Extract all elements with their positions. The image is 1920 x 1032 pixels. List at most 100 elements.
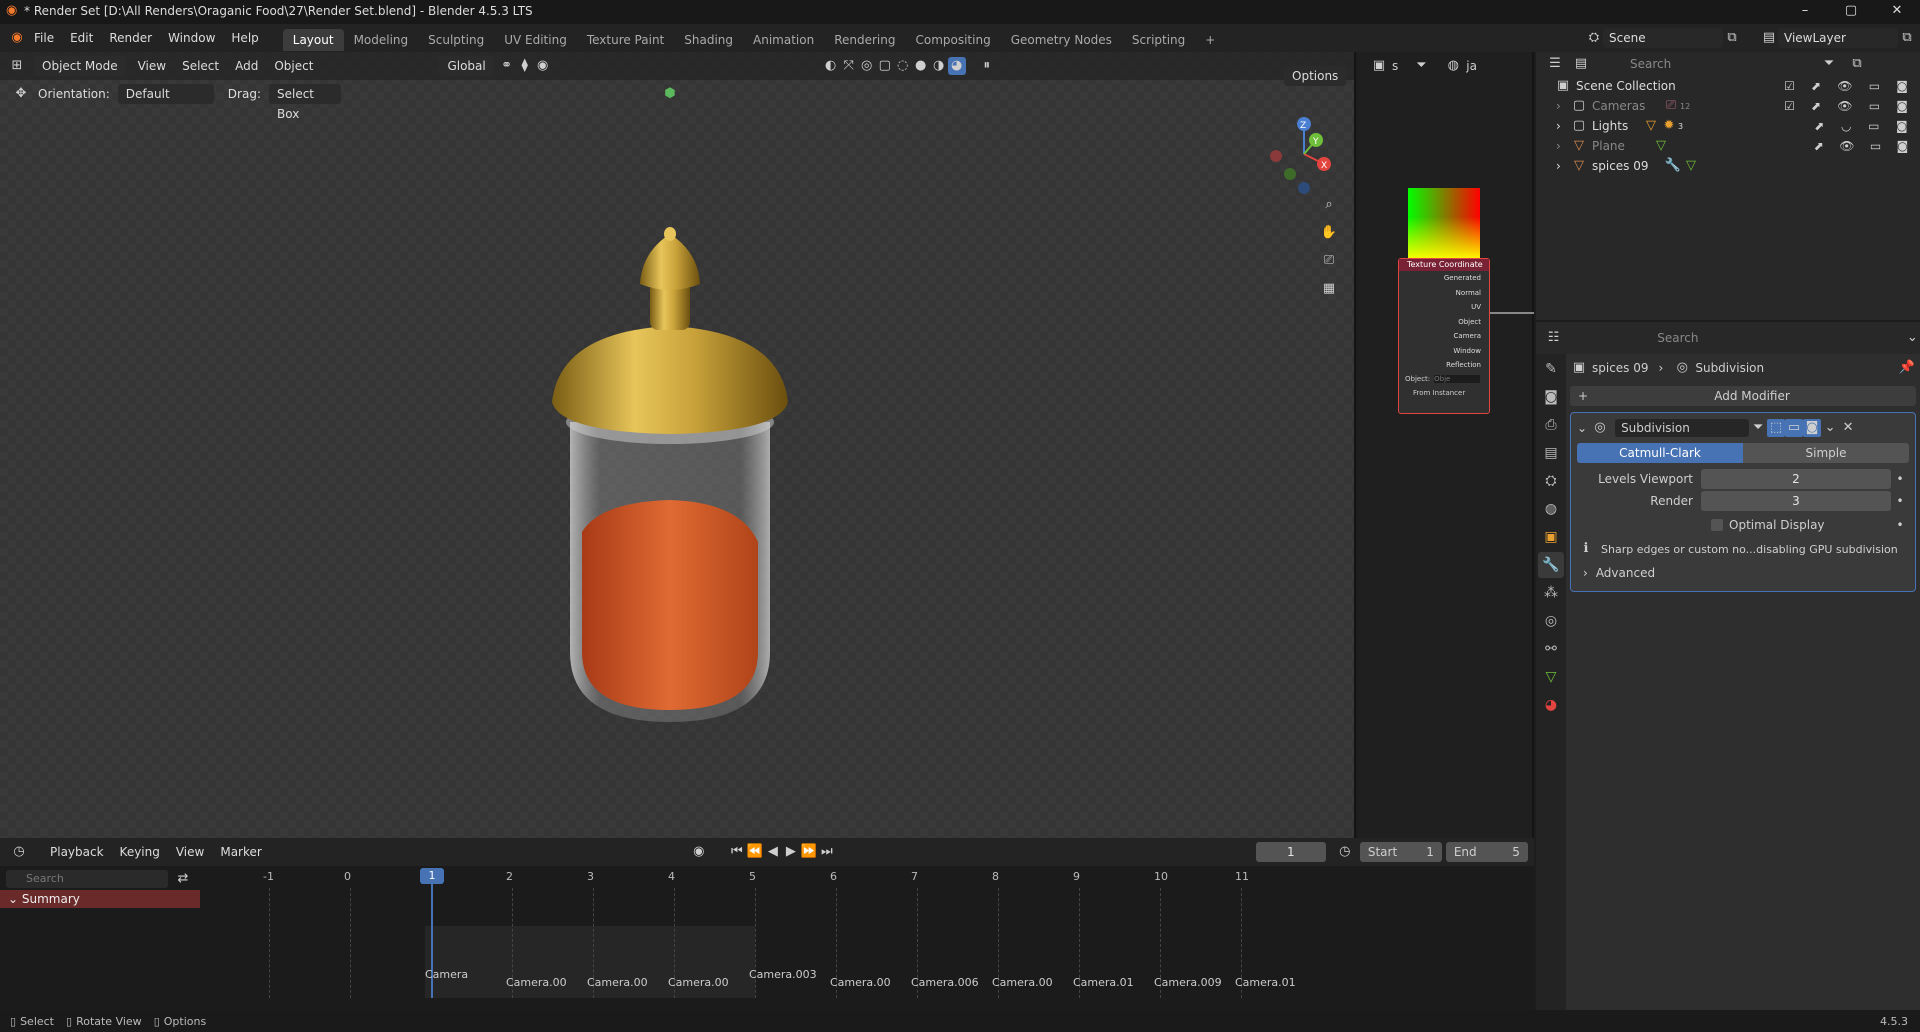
transform-orientation-dropdown[interactable]: Global — [439, 56, 494, 76]
menu-help[interactable]: Help — [223, 24, 266, 52]
camera-marker[interactable]: Camera.00 — [830, 976, 891, 989]
tab-animation[interactable]: Animation — [743, 29, 824, 51]
scene-tab-icon[interactable]: ⛭ — [1538, 468, 1564, 494]
node-editor-panel[interactable]: ▣ s ⏷ ◍ ja Texture Coordinate Generated … — [1358, 52, 1534, 838]
modifier-name-field[interactable]: Subdivision — [1615, 419, 1750, 437]
swap-icon[interactable]: ⇄ — [174, 870, 192, 888]
object-tab-icon[interactable]: ▣ — [1538, 524, 1564, 550]
jump-end-icon[interactable]: ⏭ — [818, 843, 836, 861]
node-select-icon[interactable]: ▣ — [1370, 57, 1388, 75]
minimize-button[interactable]: – — [1782, 0, 1828, 24]
outliner[interactable]: ☰ ▤ Search ⏷ ⧉ ▣ Scene Collection › ▢ Ca… — [1536, 52, 1920, 320]
viewport-menu-select[interactable]: Select — [174, 52, 227, 80]
tab-shading[interactable]: Shading — [674, 29, 743, 51]
viewport-icon[interactable]: ▭ — [1869, 99, 1880, 113]
tab-rendering[interactable]: Rendering — [824, 29, 905, 51]
tab-modeling[interactable]: Modeling — [344, 29, 419, 51]
visibility-icon[interactable]: ◐ — [822, 57, 840, 75]
modifier-menu-icon[interactable]: ⌄ — [1821, 419, 1839, 437]
material-shading-icon[interactable]: ◑ — [930, 57, 948, 75]
jump-start-icon[interactable]: ⏮ — [728, 843, 746, 861]
expand-icon[interactable]: › — [1556, 99, 1570, 113]
outliner-search-input[interactable]: Search — [1624, 54, 1740, 74]
output-window[interactable]: Window — [1399, 344, 1481, 359]
node-object-field[interactable]: Obje — [1434, 374, 1481, 383]
physics-tab-icon[interactable]: ◎ — [1538, 608, 1564, 634]
keyframe-dot-icon[interactable]: • — [1891, 494, 1909, 508]
options-dropdown[interactable]: Options — [1284, 66, 1346, 86]
properties-editor-icon[interactable]: ☷ — [1546, 329, 1561, 347]
3d-viewport[interactable]: ⊞ Object Mode View Select Add Object Glo… — [0, 52, 1356, 838]
tab-uv-editing[interactable]: UV Editing — [494, 29, 577, 51]
tab-geometry-nodes[interactable]: Geometry Nodes — [1001, 29, 1122, 51]
menu-file[interactable]: File — [26, 24, 62, 52]
camera-marker[interactable]: Camera — [425, 968, 468, 981]
mode-dropdown[interactable]: Object Mode — [34, 56, 126, 76]
chevron-down-icon[interactable]: ⌄ — [1905, 329, 1920, 347]
camera-marker[interactable]: Camera.003 — [749, 968, 817, 981]
select-icon[interactable]: ⬈ — [1814, 119, 1824, 133]
end-frame-field[interactable]: End 5 — [1445, 842, 1528, 862]
particles-tab-icon[interactable]: ⁂ — [1538, 580, 1564, 606]
output-tab-icon[interactable]: ⎙ — [1538, 412, 1564, 438]
outliner-item-plane[interactable]: › ▽ Plane ▽ — [1556, 136, 1670, 156]
viewlayer-selector[interactable]: ▤ ViewLayer ⧉ — [1760, 28, 1916, 48]
remove-modifier-icon[interactable]: ✕ — [1839, 419, 1857, 437]
timeline-track-area[interactable]: -101234567891011 1 CameraCamera.00Camera… — [200, 868, 1534, 1018]
render-icon[interactable]: ◙ — [1896, 99, 1908, 113]
tab-layout[interactable]: Layout — [282, 29, 344, 51]
modifier-tab-icon[interactable]: 🔧 — [1538, 552, 1564, 578]
output-normal[interactable]: Normal — [1399, 286, 1481, 301]
camera-marker[interactable]: Camera.01 — [1073, 976, 1134, 989]
scene-collection[interactable]: ▣ Scene Collection — [1554, 76, 1676, 96]
eye-icon[interactable]: 👁 — [1837, 99, 1852, 113]
viewport-icon[interactable]: ▭ — [1868, 119, 1879, 133]
outliner-editor-icon[interactable]: ☰ — [1546, 55, 1564, 73]
timeline-editor-icon[interactable]: ◷ — [10, 843, 28, 861]
timeline-view-menu[interactable]: View — [168, 838, 212, 866]
filter-icon[interactable]: ⏷ — [1820, 55, 1838, 73]
camera-marker[interactable]: Camera.009 — [1154, 976, 1222, 989]
viewport-menu-object[interactable]: Object — [266, 52, 321, 80]
viewport-icon[interactable]: ▭ — [1870, 139, 1881, 153]
optimal-display-checkbox[interactable] — [1711, 519, 1723, 531]
node-search-a[interactable]: s — [1392, 59, 1398, 73]
pivot-icon[interactable]: ⚭ — [498, 57, 516, 75]
display-mode-icon[interactable]: ▤ — [1572, 55, 1590, 73]
summary-channel[interactable]: ⌄ Summary — [0, 890, 200, 908]
menu-window[interactable]: Window — [160, 24, 223, 52]
camera-marker[interactable]: Camera.00 — [587, 976, 648, 989]
new-scene-icon[interactable]: ⧉ — [1723, 29, 1741, 47]
maximize-button[interactable]: ▢ — [1828, 0, 1874, 24]
camera-marker[interactable]: Camera.006 — [911, 976, 979, 989]
snap-icon[interactable]: ⧫ — [516, 57, 534, 75]
camera-view-icon[interactable]: ⎚ — [1320, 252, 1338, 270]
menu-edit[interactable]: Edit — [62, 24, 101, 52]
navigation-gizmo[interactable]: Z X Y — [1264, 112, 1340, 194]
collapse-icon[interactable]: ⌄ — [1577, 421, 1587, 435]
advanced-section[interactable]: › Advanced — [1577, 563, 1909, 583]
properties-editor[interactable]: ☷ Search ⌄ ✎ ◙ ⎙ ▤ ⛭ ◍ ▣ 🔧 ⁂ ◎ ⚯ ▽ ◕ ▣ s… — [1536, 322, 1920, 1018]
render-icon[interactable]: ◙ — [1896, 119, 1908, 133]
tab-sculpting[interactable]: Sculpting — [418, 29, 494, 51]
viewlayer-name[interactable]: ViewLayer — [1778, 28, 1898, 48]
expand-icon[interactable]: › — [1556, 119, 1570, 133]
next-keyframe-icon[interactable]: ⏩ — [800, 843, 818, 861]
camera-marker[interactable]: Camera.01 — [1235, 976, 1296, 989]
new-collection-icon[interactable]: ⧉ — [1848, 55, 1866, 73]
play-reverse-icon[interactable]: ◀ — [764, 843, 782, 861]
node-search-b[interactable]: ja — [1466, 59, 1477, 73]
drag-dropdown[interactable]: Select Box — [268, 84, 341, 121]
render-tab-icon[interactable]: ◙ — [1538, 384, 1564, 410]
overlay-icon[interactable]: ◎ — [858, 57, 876, 75]
outliner-item-lights[interactable]: › ▢ Lights ▽ ✹ 3 — [1556, 116, 1683, 136]
eye-icon[interactable]: 👁 — [1839, 139, 1854, 153]
eye-icon[interactable]: 👁 — [1837, 79, 1852, 93]
render-levels-field[interactable]: 3 — [1701, 491, 1891, 511]
camera-marker[interactable]: Camera.00 — [668, 976, 729, 989]
exclude-checkbox[interactable]: ☑ — [1784, 99, 1795, 113]
viewport-menu-view[interactable]: View — [130, 52, 174, 80]
viewport-icon[interactable]: ▭ — [1869, 79, 1880, 93]
current-frame-field[interactable]: 1 — [1255, 842, 1326, 862]
scene-name[interactable]: Scene — [1603, 28, 1723, 48]
